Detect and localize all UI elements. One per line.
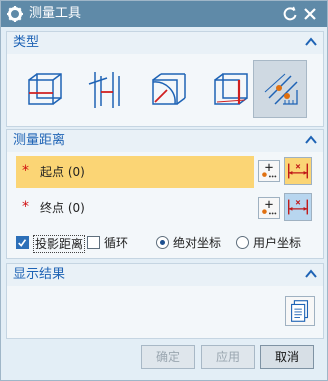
distance-between-edges-icon	[88, 72, 120, 108]
user-coord-radio[interactable]: 用户坐标	[236, 235, 311, 251]
radio-icon	[236, 236, 249, 249]
arc-radius-icon	[152, 73, 186, 105]
user-coord-label: 用户坐标	[253, 236, 302, 250]
type-arc-button[interactable]	[141, 60, 195, 118]
result-section-header[interactable]: 显示结果	[7, 264, 323, 286]
result-section-title: 显示结果	[13, 267, 66, 282]
distance-point-to-face-icon	[214, 73, 248, 105]
start-point-row[interactable]: * 起点 (0)	[16, 156, 254, 188]
cancel-button[interactable]: 取消	[260, 345, 314, 369]
absolute-coord-label: 绝对坐标	[173, 236, 222, 250]
type-section: 类型	[6, 31, 324, 127]
required-star-icon: *	[22, 163, 29, 179]
collapse-icon[interactable]	[305, 269, 317, 279]
end-point-measure-button[interactable]	[284, 193, 312, 221]
distance-between-faces-icon	[28, 73, 62, 105]
result-section: 显示结果	[6, 263, 324, 339]
reset-icon[interactable]	[281, 5, 299, 23]
dimension-icon	[288, 199, 308, 215]
dimension-icon	[288, 163, 308, 179]
gear-icon	[7, 6, 23, 22]
type-point-face-button[interactable]	[203, 60, 257, 118]
measure-section-title: 测量距离	[13, 133, 66, 148]
projection-distance-checkbox[interactable]: 投影距离	[16, 235, 86, 253]
measure-tool-dialog: 测量工具 类型 测量距离 * 起点 (0) * 终点 (0) 投影距离 循环 绝…	[0, 0, 328, 381]
type-section-title: 类型	[13, 35, 40, 50]
loop-checkbox[interactable]: 循环	[87, 235, 137, 251]
checkbox-icon	[87, 236, 100, 249]
close-icon[interactable]	[301, 5, 319, 23]
point-dialog-icon	[262, 163, 277, 178]
type-buttons	[17, 60, 317, 118]
projection-distance-label: 投影距离	[33, 235, 86, 253]
apply-button[interactable]: 应用	[201, 345, 255, 369]
type-point-point-button[interactable]	[253, 60, 307, 118]
ok-button[interactable]: 确定	[141, 345, 195, 369]
radio-selected-icon	[156, 236, 169, 249]
end-point-row[interactable]: * 终点 (0)	[16, 192, 254, 224]
window-title: 测量工具	[29, 6, 82, 21]
measure-section-header[interactable]: 测量距离	[7, 130, 323, 152]
start-point-select-button[interactable]	[258, 160, 280, 182]
loop-label: 循环	[104, 236, 129, 250]
required-star-icon: *	[22, 199, 29, 215]
show-result-button[interactable]	[285, 296, 315, 326]
end-point-select-button[interactable]	[258, 197, 280, 219]
type-face-distance-button[interactable]	[17, 60, 71, 118]
start-point-label: 起点 (0)	[40, 165, 85, 179]
type-section-header[interactable]: 类型	[7, 32, 323, 54]
end-point-label: 终点 (0)	[40, 201, 85, 215]
report-document-icon	[291, 300, 309, 322]
title-bar: 测量工具	[1, 1, 327, 27]
collapse-icon[interactable]	[305, 37, 317, 47]
start-point-measure-button[interactable]	[284, 157, 312, 185]
type-edge-distance-button[interactable]	[79, 60, 133, 118]
collapse-icon[interactable]	[305, 135, 317, 145]
distance-point-to-point-icon	[264, 73, 298, 105]
absolute-coord-radio[interactable]: 绝对坐标	[156, 235, 231, 251]
checkbox-checked-icon	[16, 236, 29, 249]
point-dialog-icon	[262, 200, 277, 215]
